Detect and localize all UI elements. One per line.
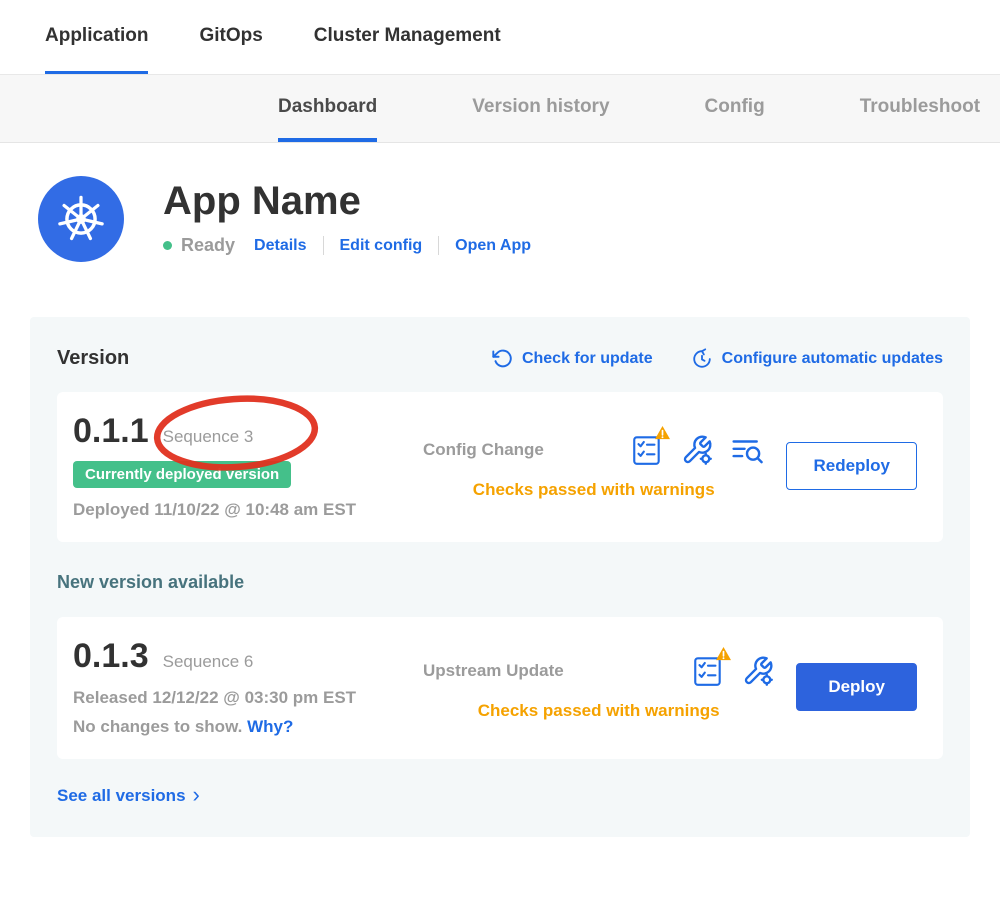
checks-status-text: Checks passed with warnings [423, 480, 764, 500]
current-version-card: 0.1.1 Sequence 3 Currently deployed vers… [57, 392, 943, 542]
why-link[interactable]: Why? [247, 717, 293, 736]
tab-application[interactable]: Application [45, 0, 148, 74]
new-version-sequence: Sequence 6 [163, 652, 254, 672]
tab-version-history[interactable]: Version history [472, 75, 609, 142]
new-version-number: 0.1.3 [73, 637, 149, 676]
redeploy-button[interactable]: Redeploy [786, 442, 917, 490]
tab-gitops[interactable]: GitOps [199, 0, 262, 74]
kubernetes-logo-icon [38, 176, 124, 262]
change-type-label: Upstream Update [423, 661, 564, 681]
page-title: App Name [163, 180, 531, 222]
version-actions: Check for update Configure automatic upd… [492, 348, 943, 370]
change-type-label: Config Change [423, 440, 544, 460]
preflight-checklist-icon[interactable] [691, 654, 725, 688]
version-panel: Version Check for update [30, 317, 970, 837]
link-divider [438, 236, 439, 255]
app-status-row: Ready Details Edit config Open App [163, 235, 531, 256]
tab-cluster-management[interactable]: Cluster Management [314, 0, 501, 74]
new-version-info: 0.1.3 Sequence 6 Released 12/12/22 @ 03:… [73, 637, 405, 737]
edit-config-link[interactable]: Edit config [340, 237, 423, 255]
deployed-timestamp: Deployed 11/10/22 @ 10:48 am EST [73, 500, 405, 520]
current-version-check-icons [630, 433, 764, 467]
current-version-sequence: Sequence 3 [163, 427, 254, 447]
tab-config-label: Config [705, 96, 765, 118]
app-header-text: App Name Ready Details Edit config Open … [163, 176, 531, 256]
new-version-row: 0.1.3 Sequence 6 [73, 637, 405, 676]
no-changes-label: No changes to show. [73, 717, 242, 736]
view-files-search-icon[interactable] [730, 434, 764, 466]
preflight-checklist-icon[interactable] [630, 433, 664, 467]
tab-version-history-label: Version history [472, 96, 609, 118]
see-all-versions-link[interactable]: See all versions › [57, 785, 200, 807]
tab-troubleshoot[interactable]: Troubleshoot [860, 75, 980, 142]
status-badge: Ready [181, 235, 235, 256]
new-version-middle: Upstream Update [405, 654, 796, 721]
configure-automatic-updates-label: Configure automatic updates [722, 350, 943, 368]
currently-deployed-badge: Currently deployed version [73, 461, 291, 488]
current-version-number: 0.1.1 [73, 412, 149, 451]
no-changes-text: No changes to show. Why? [73, 717, 405, 737]
version-panel-header: Version Check for update [57, 347, 943, 370]
new-version-mid-row: Upstream Update [423, 654, 774, 688]
current-version-mid-row: Config Change [423, 433, 764, 467]
config-wrench-icon[interactable] [681, 434, 713, 466]
tab-application-label: Application [45, 25, 148, 47]
released-timestamp: Released 12/12/22 @ 03:30 pm EST [73, 688, 405, 708]
new-version-card: 0.1.3 Sequence 6 Released 12/12/22 @ 03:… [57, 617, 943, 759]
see-all-versions-label: See all versions [57, 786, 186, 806]
checks-status-text: Checks passed with warnings [423, 701, 774, 721]
tab-config[interactable]: Config [705, 75, 765, 142]
new-version-check-icons [691, 654, 774, 688]
tab-troubleshoot-label: Troubleshoot [860, 96, 980, 118]
new-version-heading: New version available [57, 572, 943, 593]
current-version-info: 0.1.1 Sequence 3 Currently deployed vers… [73, 412, 405, 520]
tab-dashboard-label: Dashboard [278, 96, 377, 118]
config-wrench-icon[interactable] [742, 655, 774, 687]
warning-triangle-icon [715, 646, 732, 661]
check-for-update-label: Check for update [522, 350, 653, 368]
tab-gitops-label: GitOps [199, 25, 262, 47]
version-heading: Version [57, 347, 129, 370]
configure-automatic-updates-button[interactable]: Configure automatic updates [691, 348, 943, 370]
refresh-icon [492, 348, 513, 369]
top-nav: Application GitOps Cluster Management [0, 0, 1000, 75]
current-version-row: 0.1.1 Sequence 3 [73, 412, 405, 451]
tab-cluster-management-label: Cluster Management [314, 25, 501, 47]
link-divider [323, 236, 324, 255]
tab-dashboard[interactable]: Dashboard [278, 75, 377, 142]
status-dot-icon [163, 241, 172, 250]
deploy-button[interactable]: Deploy [796, 663, 917, 711]
open-app-link[interactable]: Open App [455, 237, 531, 255]
chevron-right-icon: › [193, 784, 200, 806]
sub-nav: Dashboard Version history Config Trouble… [0, 75, 1000, 143]
check-for-update-button[interactable]: Check for update [492, 348, 653, 369]
app-header: App Name Ready Details Edit config Open … [0, 143, 1000, 262]
warning-triangle-icon [654, 425, 671, 440]
clock-refresh-icon [691, 348, 713, 370]
current-version-middle: Config Change [405, 433, 786, 500]
details-link[interactable]: Details [254, 237, 306, 255]
